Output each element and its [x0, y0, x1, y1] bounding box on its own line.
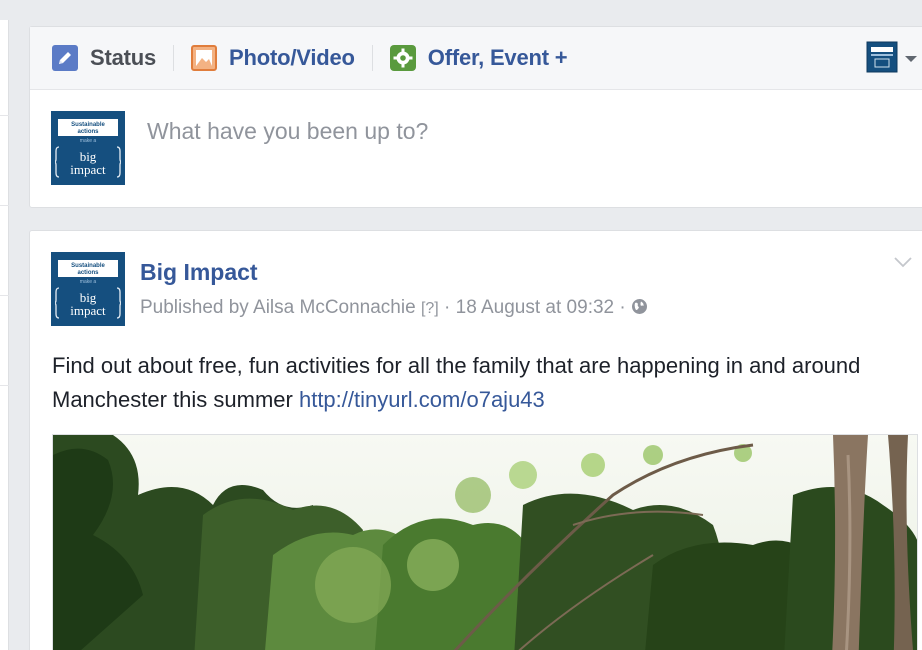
photo-icon: [191, 45, 218, 71]
svg-text:actions: actions: [77, 129, 99, 135]
tab-offer-event[interactable]: Offer, Event +: [389, 27, 568, 89]
page-thumbnail-icon: [866, 41, 898, 78]
page-selector[interactable]: [866, 41, 918, 78]
post-options-chevron[interactable]: [894, 255, 912, 273]
post-link[interactable]: http://tinyurl.com/o7aju43: [299, 387, 545, 412]
tab-status-label: Status: [90, 45, 157, 70]
post-photo[interactable]: [52, 434, 918, 650]
meta-separator: ·: [438, 297, 456, 318]
status-input-placeholder[interactable]: What have you been up to?: [147, 118, 428, 145]
svg-text:make a: make a: [80, 279, 97, 285]
post-body: Find out about free, fun activities for …: [52, 349, 912, 417]
post-page-name[interactable]: Big Impact: [140, 259, 258, 286]
left-rail-divider: [0, 385, 9, 386]
post-timestamp[interactable]: 18 August at 09:32: [456, 297, 614, 318]
post-composer: Status Photo/Video Offer, Event + Sustai…: [29, 26, 922, 208]
composer-body[interactable]: Sustainable actions make a big impact Wh…: [30, 90, 922, 208]
logo-icon: Sustainable actions make a big impact: [55, 260, 121, 319]
left-rail-divider: [0, 205, 9, 206]
tab-offer-event-label: Offer, Event +: [427, 45, 568, 70]
tab-divider: [173, 45, 175, 71]
left-rail: [0, 20, 9, 650]
feed-post: Sustainable actions make a big impact Bi…: [29, 230, 922, 650]
chevron-down-icon: [904, 51, 918, 69]
published-by[interactable]: Published by Ailsa McConnachie: [140, 297, 416, 318]
svg-text:Sustainable: Sustainable: [71, 263, 105, 269]
tab-photo-video[interactable]: Photo/Video: [191, 27, 355, 89]
logo-icon: Sustainable actions make a big impact: [55, 119, 121, 178]
svg-text:make a: make a: [80, 138, 97, 144]
gear-icon: [389, 45, 416, 71]
globe-icon[interactable]: [631, 298, 648, 321]
svg-text:impact: impact: [70, 162, 106, 177]
svg-text:impact: impact: [70, 303, 106, 318]
post-avatar[interactable]: Sustainable actions make a big impact: [51, 252, 125, 326]
trees-photo: [53, 435, 917, 650]
tab-photo-video-label: Photo/Video: [229, 45, 355, 70]
svg-text:actions: actions: [77, 270, 99, 276]
tab-status[interactable]: Status: [52, 27, 156, 89]
chevron-down-icon: [894, 257, 912, 268]
left-rail-divider: [0, 295, 9, 296]
help-marker[interactable]: [?]: [421, 300, 439, 317]
composer-tabs: Status Photo/Video Offer, Event +: [30, 27, 922, 90]
left-rail-divider: [0, 115, 9, 116]
pencil-icon: [52, 45, 78, 71]
meta-separator: ·: [614, 297, 631, 318]
tab-divider: [371, 45, 373, 71]
avatar: Sustainable actions make a big impact: [51, 111, 125, 185]
svg-text:Sustainable: Sustainable: [71, 122, 105, 128]
post-meta: Published by Ailsa McConnachie [?] · 18 …: [140, 297, 648, 321]
